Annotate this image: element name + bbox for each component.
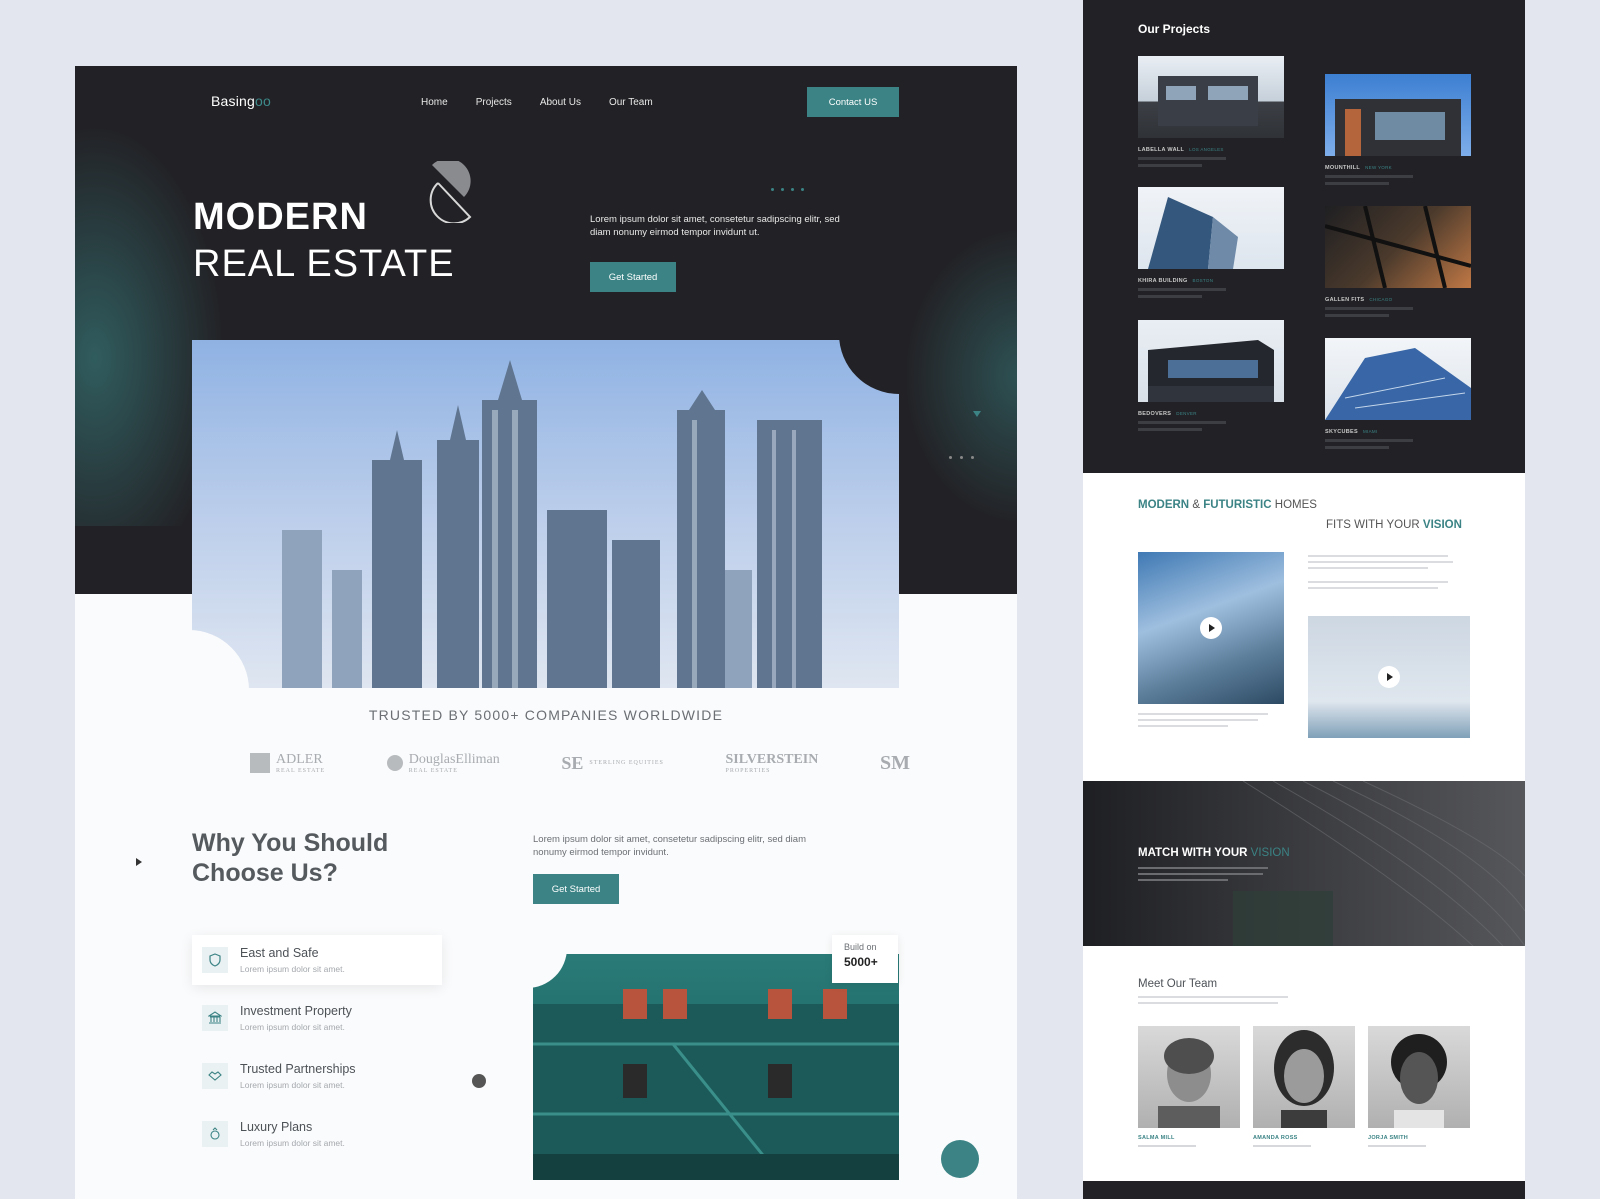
- glass-building-image: [1138, 552, 1284, 704]
- get-started-button[interactable]: Get Started: [533, 874, 619, 904]
- landing-page-right: Our Projects LABELLA WALL LOS ANGELES MOU…: [1083, 0, 1525, 1199]
- feature-item-partnerships[interactable]: Trusted Partnerships Lorem ipsum dolor si…: [192, 1051, 442, 1101]
- text-placeholder: [1308, 581, 1448, 583]
- footer-bar: [1083, 1181, 1525, 1199]
- modern-heading: MODERN & FUTURISTIC HOMES: [1138, 499, 1317, 511]
- landing-page-left: Basingoo Home Projects About Us Our Team…: [75, 66, 1017, 1199]
- project-card[interactable]: GALLEN FITS CHICAGO: [1325, 206, 1471, 317]
- avatar: [1138, 1026, 1240, 1128]
- text-placeholder: [1138, 1002, 1278, 1004]
- nav-item-about[interactable]: About Us: [540, 97, 581, 108]
- text-placeholder: [1308, 561, 1453, 563]
- team-member-card[interactable]: AMANDA ROSS: [1253, 1026, 1355, 1147]
- half-circle-decoration: [941, 1140, 979, 1178]
- match-vision-section: MATCH WITH YOUR VISION: [1083, 781, 1525, 946]
- main-nav: Home Projects About Us Our Team: [421, 97, 653, 108]
- match-title: MATCH WITH YOUR VISION: [1138, 847, 1290, 859]
- brand-logo[interactable]: Basingoo: [211, 93, 271, 109]
- team-member-card[interactable]: SALMA MILL: [1138, 1026, 1240, 1147]
- text-placeholder: [1138, 725, 1228, 727]
- build-on-badge: Build on 5000+: [832, 935, 898, 983]
- bank-icon: [202, 1005, 228, 1031]
- why-description: Lorem ipsum dolor sit amet, consetetur s…: [533, 834, 806, 859]
- team-title: Meet Our Team: [1138, 978, 1218, 990]
- feature-item-luxury[interactable]: Luxury Plans Lorem ipsum dolor sit amet.: [192, 1109, 442, 1159]
- tunnel-image: [1233, 781, 1525, 946]
- avatar: [1253, 1026, 1355, 1128]
- hero-title-line2: REAL ESTATE: [193, 243, 455, 285]
- partner-logo-douglas-elliman: DouglasElliman REAL ESTATE: [386, 752, 500, 774]
- play-icon[interactable]: [1200, 617, 1222, 639]
- trusted-heading: TRUSTED BY 5000+ COMPANIES WORLDWIDE: [368, 707, 724, 723]
- contact-button[interactable]: Contact US: [807, 87, 899, 117]
- text-placeholder: [1138, 713, 1268, 715]
- dots-decoration: [949, 456, 974, 459]
- text-placeholder: [1308, 567, 1428, 569]
- team-section: Meet Our Team SALMA MILL AMANDA ROSS JOR…: [1083, 946, 1525, 1181]
- nav-item-team[interactable]: Our Team: [609, 97, 653, 108]
- projects-section: Our Projects LABELLA WALL LOS ANGELES MOU…: [1083, 0, 1525, 473]
- text-placeholder: [1138, 879, 1228, 881]
- projects-title: Our Projects: [1138, 22, 1211, 36]
- play-icon: [136, 858, 142, 866]
- text-placeholder: [1138, 873, 1263, 875]
- team-member-card[interactable]: JORJA SMITH: [1368, 1026, 1470, 1147]
- office-building-image: [1308, 616, 1470, 738]
- play-icon[interactable]: [1378, 666, 1400, 688]
- project-card[interactable]: BEDOVERS DENVER: [1138, 320, 1284, 431]
- project-card[interactable]: MOUNTHILL NEW YORK: [1325, 74, 1471, 185]
- partner-logo-sterling: SE STERLING EQUITIES: [561, 752, 664, 773]
- teal-building-image: [533, 954, 899, 1180]
- text-placeholder: [1138, 867, 1268, 869]
- partner-logo-adler: ADLER REAL ESTATE: [250, 752, 325, 774]
- why-choose-title: Why You Should Choose Us?: [192, 829, 389, 887]
- handshake-icon: [202, 1063, 228, 1089]
- avatar: [1368, 1026, 1470, 1128]
- wave-decoration: [895, 216, 1017, 536]
- partner-logos: ADLER REAL ESTATE DouglasElliman REAL ESTA…: [250, 746, 910, 780]
- modern-subheading: FITS WITH YOUR VISION: [1326, 519, 1462, 531]
- partner-logo-silverstein: SILVERSTEIN PROPERTIES: [725, 752, 819, 774]
- text-placeholder: [1138, 719, 1258, 721]
- modern-homes-section: MODERN & FUTURISTIC HOMES FITS WITH YOUR…: [1083, 473, 1525, 781]
- triangle-icon: [973, 411, 981, 417]
- circle-decoration: [472, 1074, 486, 1088]
- hero-description: Lorem ipsum dolor sit amet, consetetur s…: [590, 214, 840, 239]
- get-started-button[interactable]: Get Started: [590, 262, 676, 292]
- project-card[interactable]: LABELLA WALL LOS ANGELES: [1138, 56, 1284, 167]
- text-placeholder: [1308, 587, 1438, 589]
- project-card[interactable]: KHIRA BUILDING BOSTON: [1138, 187, 1284, 298]
- partner-logo-sm: SM: [879, 751, 910, 774]
- text-placeholder: [1138, 996, 1288, 998]
- nav-item-home[interactable]: Home: [421, 97, 448, 108]
- feature-item-safe[interactable]: East and Safe Lorem ipsum dolor sit amet.: [192, 935, 442, 985]
- project-card[interactable]: SKYCUBES MIAMI: [1325, 338, 1471, 449]
- gem-icon: [202, 1121, 228, 1147]
- abstract-shape-icon: [429, 161, 472, 223]
- text-placeholder: [1308, 555, 1448, 557]
- nav-item-projects[interactable]: Projects: [476, 97, 512, 108]
- hero-skyline-image: [192, 340, 899, 688]
- shield-icon: [202, 947, 228, 973]
- feature-item-investment[interactable]: Investment Property Lorem ipsum dolor sit…: [192, 993, 442, 1043]
- dots-decoration: [771, 188, 804, 191]
- hero-title-line1: MODERN: [193, 196, 368, 238]
